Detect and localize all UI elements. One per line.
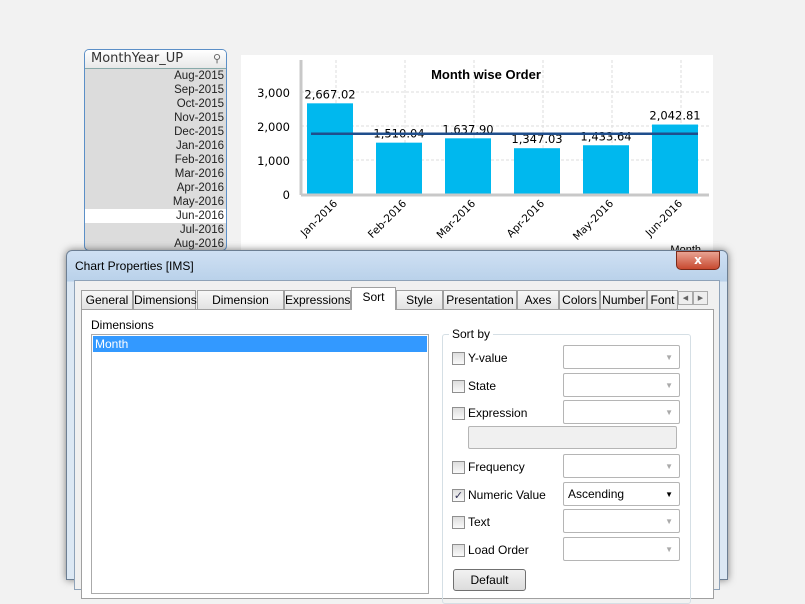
listbox-title: MonthYear_UP <box>91 51 184 66</box>
default-button[interactable]: Default <box>453 569 526 591</box>
load-order-checkbox[interactable] <box>452 544 465 557</box>
chevron-down-icon: ▼ <box>665 353 673 362</box>
y-tick-label: 0 <box>283 188 290 202</box>
bar <box>583 145 629 194</box>
dropdown-value: Ascending <box>568 487 625 501</box>
listbox-item[interactable]: Feb-2016 <box>85 153 226 167</box>
state-checkbox[interactable] <box>452 380 465 393</box>
bar <box>307 103 353 194</box>
sort-tab-panel: Dimensions Month Sort by Y-value ▼ State ▼ E… <box>81 309 714 604</box>
tab-dimension-limits[interactable]: Dimension Limits <box>197 290 284 325</box>
numeric-value-checkbox[interactable]: ✓ <box>452 489 465 502</box>
listbox-item[interactable]: May-2016 <box>85 195 226 209</box>
load-order-order-dropdown[interactable]: ▼ <box>563 537 680 561</box>
listbox-item[interactable]: Jan-2016 <box>85 139 226 153</box>
bar-chart: Month wise Order 0 1,000 2,000 3,000 2,667.02… <box>241 55 751 256</box>
frequency-order-dropdown[interactable]: ▼ <box>563 454 680 478</box>
chart-title: Month wise Order <box>431 67 541 82</box>
y-tick-label: 2,000 <box>257 120 290 134</box>
listbox-item[interactable]: Nov-2015 <box>85 111 226 125</box>
chevron-down-icon: ▼ <box>665 462 673 471</box>
frequency-checkbox[interactable] <box>452 461 465 474</box>
bar <box>514 148 560 194</box>
dimension-item-month[interactable]: Month <box>93 336 427 352</box>
data-label: 1,433.64 <box>580 129 631 143</box>
dimensions-list[interactable]: Month <box>91 334 429 594</box>
listbox-item[interactable]: Sep-2015 <box>85 83 226 97</box>
state-label: State <box>468 379 497 393</box>
listbox-item[interactable]: Apr-2016 <box>85 181 226 195</box>
x-tick-label: Mar-2016 <box>435 197 479 241</box>
numeric-value-order-dropdown[interactable]: Ascending ▼ <box>563 482 680 506</box>
x-tick-label: May-2016 <box>571 197 617 243</box>
month-year-listbox[interactable]: MonthYear_UP ⚲ Aug-2015 Sep-2015 Oct-2015 No… <box>84 49 227 251</box>
data-label: 2,042.81 <box>649 109 700 123</box>
data-label: 2,667.02 <box>304 87 355 101</box>
tab-scroll-left-button[interactable]: ◀ <box>678 291 693 305</box>
y-value-label: Y-value <box>468 351 508 365</box>
frequency-label: Frequency <box>468 460 525 474</box>
listbox-item[interactable]: Oct-2015 <box>85 97 226 111</box>
x-tick-label: Jun-2016 <box>643 197 686 240</box>
chevron-down-icon: ▼ <box>665 381 673 390</box>
tab-colors[interactable]: Colors <box>559 290 600 309</box>
chart-svg: Month wise Order 0 1,000 2,000 3,000 2,667.02… <box>257 60 751 256</box>
listbox-item[interactable]: Mar-2016 <box>85 167 226 181</box>
tab-font[interactable]: Font <box>647 290 678 309</box>
tab-dimensions[interactable]: Dimensions <box>133 290 197 309</box>
chevron-down-icon: ▼ <box>665 517 673 526</box>
listbox-header: MonthYear_UP ⚲ <box>85 50 226 69</box>
expression-input[interactable] <box>468 426 677 449</box>
y-tick-label: 3,000 <box>257 86 290 100</box>
listbox-item[interactable]: Aug-2016 <box>85 237 226 250</box>
tab-scroll-right-button[interactable]: ▶ <box>693 291 708 305</box>
bar <box>445 138 491 194</box>
chevron-down-icon: ▼ <box>665 408 673 417</box>
expression-checkbox[interactable] <box>452 407 465 420</box>
x-tick-label: Jan-2016 <box>298 197 340 239</box>
x-tick-label: Apr-2016 <box>505 197 548 240</box>
tab-number[interactable]: Number <box>600 290 647 309</box>
text-checkbox[interactable] <box>452 516 465 529</box>
listbox-item[interactable]: Jun-2016 <box>85 209 226 223</box>
x-tick-label: Feb-2016 <box>366 197 409 240</box>
y-tick-label: 1,000 <box>257 154 290 168</box>
sort-by-label: Sort by <box>449 327 494 341</box>
chevron-down-icon: ▼ <box>665 545 673 554</box>
state-order-dropdown[interactable]: ▼ <box>563 373 680 397</box>
close-button[interactable]: x <box>676 251 720 270</box>
tab-expressions[interactable]: Expressions <box>284 290 351 309</box>
dialog-title: Chart Properties [IMS] <box>75 259 194 273</box>
chart-properties-dialog: Chart Properties [IMS] x General Dimensio… <box>66 250 728 604</box>
tab-sort[interactable]: Sort <box>351 287 396 310</box>
listbox-item[interactable]: Dec-2015 <box>85 125 226 139</box>
tab-general[interactable]: General <box>81 290 133 309</box>
y-value-checkbox[interactable] <box>452 352 465 365</box>
tab-style[interactable]: Style <box>396 290 443 309</box>
y-value-order-dropdown[interactable]: ▼ <box>563 345 680 369</box>
tab-presentation[interactable]: Presentation <box>443 290 517 309</box>
expression-order-dropdown[interactable]: ▼ <box>563 400 680 424</box>
listbox-item[interactable]: Aug-2015 <box>85 69 226 83</box>
search-icon[interactable]: ⚲ <box>213 52 221 65</box>
text-label: Text <box>468 515 491 529</box>
dimensions-label: Dimensions <box>91 318 154 332</box>
tab-axes[interactable]: Axes <box>517 290 559 309</box>
load-order-label: Load Order <box>468 543 529 557</box>
expression-label: Expression <box>468 406 528 420</box>
chevron-down-icon: ▼ <box>665 490 673 499</box>
numeric-value-label: Numeric Value <box>468 488 546 502</box>
bar <box>376 142 422 194</box>
sort-by-group: Sort by Y-value ▼ State ▼ Expression ▼ Frequen… <box>442 327 691 604</box>
listbox-item[interactable]: Jul-2016 <box>85 223 226 237</box>
text-order-dropdown[interactable]: ▼ <box>563 509 680 533</box>
